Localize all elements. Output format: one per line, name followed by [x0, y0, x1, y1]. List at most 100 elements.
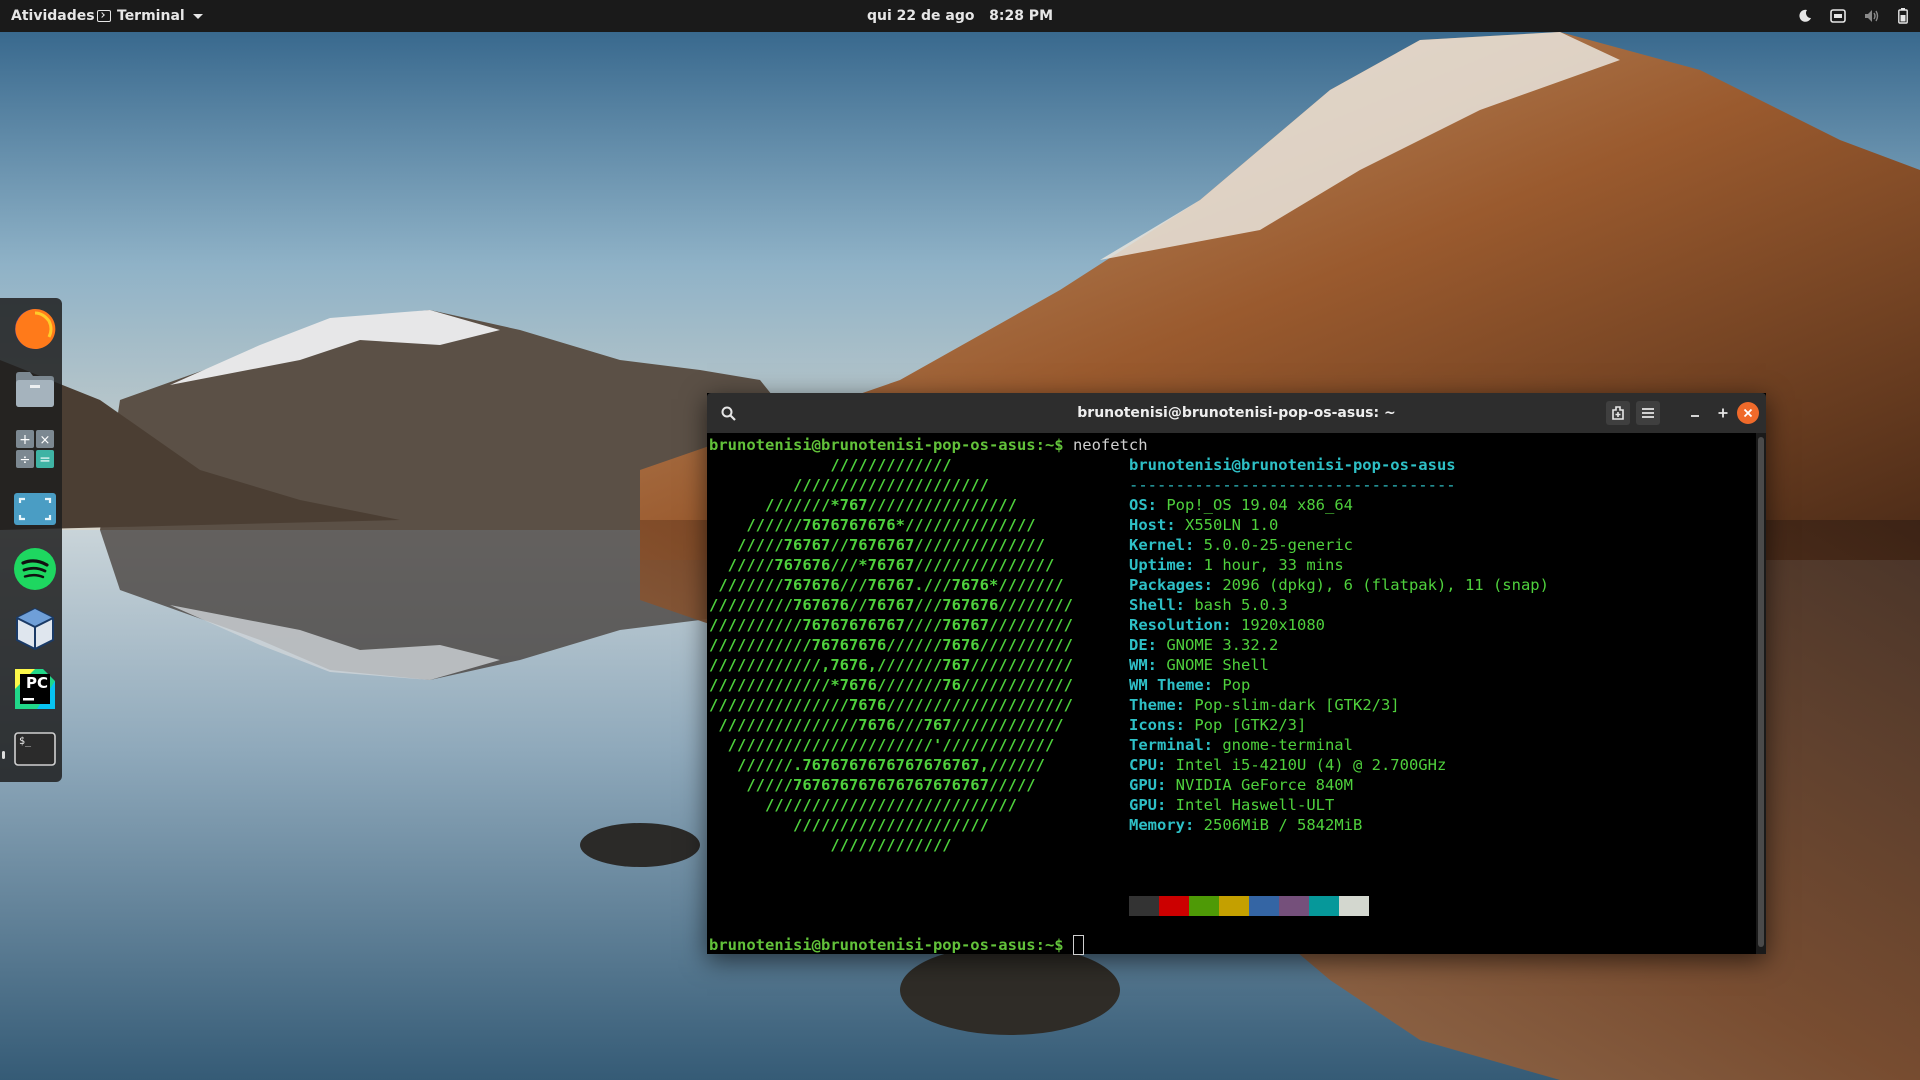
window-titlebar[interactable]: brunotenisi@brunotenisi-pop-os-asus: ~: [707, 393, 1766, 433]
maximize-button[interactable]: [1711, 401, 1735, 425]
info-row: Host: X550LN 1.0: [1129, 515, 1278, 535]
minimize-button[interactable]: [1683, 401, 1707, 425]
dock-item-screenshot[interactable]: [12, 486, 58, 532]
search-button[interactable]: [717, 402, 739, 424]
info-key: Terminal: [1129, 736, 1204, 754]
info-row: WM Theme: Pop: [1129, 675, 1250, 695]
ascii-logo-row: ////////////,7676,///////767///////////: [709, 656, 1073, 674]
dock-item-virtualbox[interactable]: [12, 606, 58, 652]
prompt: brunotenisi@brunotenisi-pop-os-asus:~$: [709, 936, 1064, 954]
command-text: neofetch: [1063, 436, 1148, 454]
info-value: bash 5.0.3: [1194, 596, 1288, 614]
info-colon: :: [1157, 756, 1176, 774]
search-icon: [721, 406, 736, 421]
prompt: brunotenisi@brunotenisi-pop-os-asus:~$: [709, 436, 1064, 454]
hamburger-icon: [1642, 408, 1654, 418]
pycharm-label: PC: [26, 674, 49, 692]
new-tab-button[interactable]: [1606, 401, 1630, 425]
dock-item-pycharm[interactable]: PC: [12, 666, 58, 712]
ascii-logo-row: /////////////////////: [709, 476, 989, 494]
info-separator: -----------------------------------: [1129, 476, 1456, 494]
dock-item-terminal[interactable]: $_: [12, 726, 58, 772]
terminal-window[interactable]: brunotenisi@brunotenisi-pop-os-asus: ~ b…: [707, 393, 1766, 955]
info-row: GPU: NVIDIA GeForce 840M: [1129, 775, 1353, 795]
clock-button[interactable]: qui 22 de ago 8:28 PM: [867, 8, 1053, 24]
info-key: WM: [1129, 656, 1148, 674]
info-colon: :: [1175, 716, 1195, 734]
files-icon: [16, 372, 54, 407]
activities-button[interactable]: Atividades: [11, 0, 95, 32]
color-swatch: [1159, 896, 1189, 916]
info-title: brunotenisi@brunotenisi-pop-os-asus: [1129, 456, 1456, 474]
terminal-output[interactable]: brunotenisi@brunotenisi-pop-os-asus:~$ n…: [707, 433, 1756, 955]
info-key: Packages: [1129, 576, 1204, 594]
ascii-logo-row: /////767676///*76767///////////////: [709, 556, 1055, 574]
close-icon: [1743, 408, 1753, 418]
ascii-logo-row: //////.7676767676767676767,//////: [709, 756, 1045, 774]
color-swatch: [1339, 896, 1369, 916]
info-row: DE: GNOME 3.32.2: [1129, 635, 1278, 655]
info-value: 2506MiB / 5842MiB: [1203, 816, 1363, 834]
color-swatch: [1249, 896, 1279, 916]
info-value: 5.0.0-25-generic: [1203, 536, 1353, 554]
app-menu-label: Terminal: [117, 8, 185, 24]
info-row: Kernel: 5.0.0-25-generic: [1129, 535, 1353, 555]
info-colon: :: [1203, 736, 1223, 754]
info-value: Intel i5-4210U (4) @ 2.700GHz: [1175, 756, 1447, 774]
info-key: OS: [1129, 496, 1148, 514]
info-row: Icons: Pop [GTK2/3]: [1129, 715, 1306, 735]
info-row: Shell: bash 5.0.3: [1129, 595, 1288, 615]
terminal-dock-label: $_: [19, 736, 32, 747]
info-key: Host: [1129, 516, 1167, 534]
dock-item-firefox[interactable]: [12, 306, 58, 352]
info-key: Theme: [1129, 696, 1176, 714]
info-colon: :: [1203, 576, 1223, 594]
ascii-logo-row: /////76767//7676767//////////////: [709, 536, 1045, 554]
info-value: 2096 (dpkg), 6 (flatpak), 11 (snap): [1222, 576, 1549, 594]
dock-item-spotify[interactable]: [12, 546, 58, 592]
info-row: Memory: 2506MiB / 5842MiB: [1129, 815, 1362, 835]
info-row: Terminal: gnome-terminal: [1129, 735, 1353, 755]
hamburger-menu-button[interactable]: [1636, 401, 1660, 425]
maximize-icon: [1718, 408, 1728, 418]
info-colon: :: [1147, 636, 1167, 654]
top-bar: Atividades Terminal qui 22 de ago 8:28 P…: [0, 0, 1920, 32]
info-key: CPU: [1129, 756, 1157, 774]
info-key: GPU: [1129, 796, 1157, 814]
minimize-icon: [1691, 415, 1699, 417]
info-key: Kernel: [1129, 536, 1185, 554]
scrollbar[interactable]: [1756, 433, 1766, 954]
scrollbar-thumb[interactable]: [1758, 437, 1764, 947]
color-swatch: [1129, 896, 1159, 916]
ascii-logo-row: ///////*767////////////////: [709, 496, 1017, 514]
info-colon: :: [1147, 496, 1167, 514]
close-button[interactable]: [1737, 402, 1759, 424]
info-value: GNOME Shell: [1166, 656, 1269, 674]
info-value: Pop!_OS 19.04 x86_64: [1166, 496, 1353, 514]
info-value: Pop: [1222, 676, 1251, 694]
ascii-logo-row: /////////////: [709, 836, 952, 854]
color-swatch: [1309, 896, 1339, 916]
active-prompt-line[interactable]: brunotenisi@brunotenisi-pop-os-asus:~$: [709, 935, 1084, 955]
info-row: WM: GNOME Shell: [1129, 655, 1269, 675]
system-tray[interactable]: [1798, 0, 1908, 32]
info-colon: :: [1157, 776, 1176, 794]
ascii-logo-row: ///////////////////////////: [709, 796, 1017, 814]
dock-item-calculator[interactable]: + × ÷ =: [12, 426, 58, 472]
color-swatch: [1279, 896, 1309, 916]
network-icon: [1830, 9, 1846, 23]
calculator-icon: + × ÷ =: [16, 430, 54, 468]
info-colon: :: [1222, 616, 1241, 634]
ascii-logo-row: ///////////////7676///767////////////: [709, 716, 1064, 734]
info-key: WM Theme: [1129, 676, 1204, 694]
dock-item-files[interactable]: [12, 366, 58, 412]
info-row: Resolution: 1920x1080: [1129, 615, 1325, 635]
battery-icon: [1898, 8, 1908, 24]
info-key: DE: [1129, 636, 1148, 654]
command-line: brunotenisi@brunotenisi-pop-os-asus:~$ n…: [709, 435, 1148, 455]
app-menu-button[interactable]: Terminal: [97, 0, 203, 32]
info-colon: :: [1203, 676, 1223, 694]
ascii-logo-row: /////////767676//76767///767676////////: [709, 596, 1073, 614]
info-key: Resolution: [1129, 616, 1223, 634]
info-key: Shell: [1129, 596, 1176, 614]
